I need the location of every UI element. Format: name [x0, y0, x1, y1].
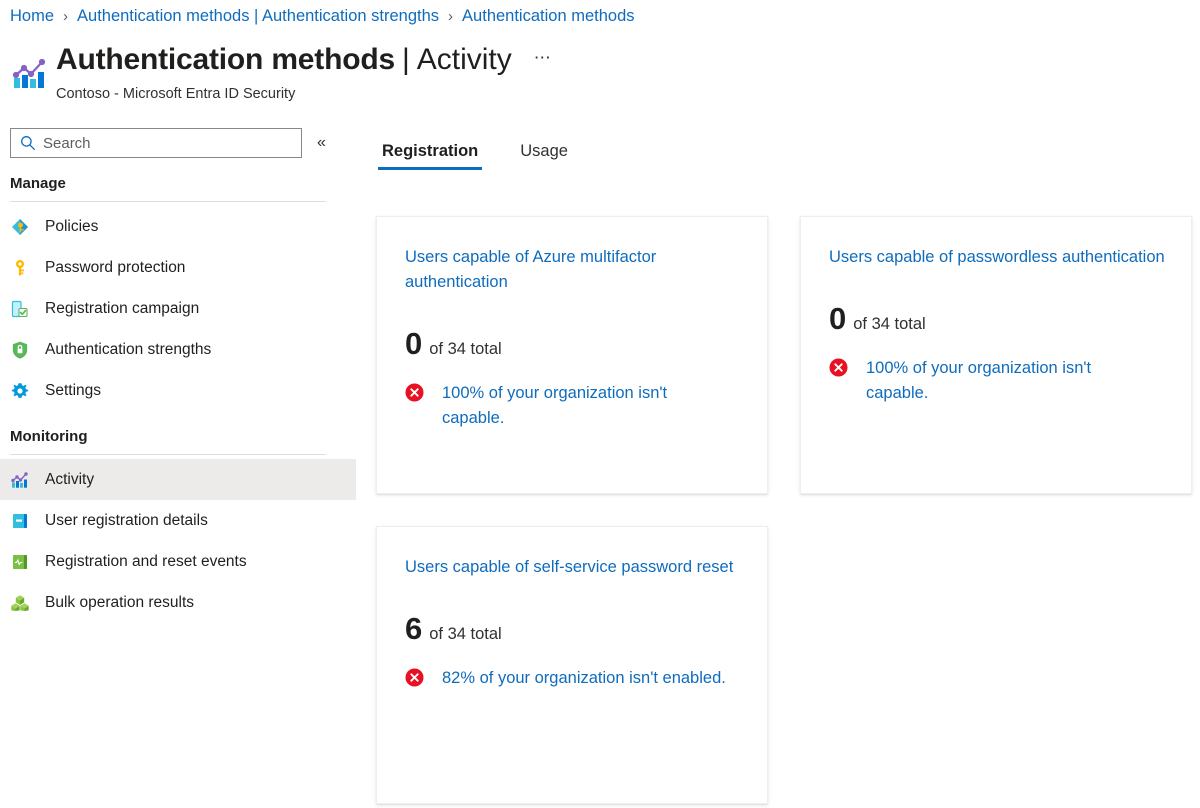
card-title[interactable]: Users capable of self-service password r…: [405, 555, 741, 580]
tab-registration[interactable]: Registration: [378, 142, 482, 170]
card-azure-multifactor-authentication[interactable]: Users capable of Azure multifactor authe…: [376, 216, 768, 494]
sidebar-section-divider: [10, 201, 326, 202]
sidebar-item-bulk-operation-results[interactable]: Bulk operation results: [0, 582, 356, 623]
page-header: Authentication methods | Activity ⋯ Cont…: [10, 40, 1200, 110]
sidebar-section-title: Monitoring: [0, 428, 356, 445]
card-alert: 82% of your organization isn't enabled.: [405, 666, 741, 691]
card-title[interactable]: Users capable of Azure multifactor authe…: [405, 245, 741, 295]
sidebar-item-label: User registration details: [45, 512, 208, 530]
sidebar-item-password-protection[interactable]: Password protection: [0, 247, 356, 288]
stat-total: of 34 total: [429, 340, 501, 359]
card-stat: 0 of 34 total: [829, 302, 1165, 336]
collapse-sidebar-button[interactable]: «: [317, 135, 326, 151]
page-title: Authentication methods: [56, 40, 395, 80]
policies-icon: [10, 217, 30, 237]
sidebar-item-label: Policies: [45, 218, 98, 236]
alert-text[interactable]: 82% of your organization isn't enabled.: [442, 666, 726, 691]
tab-bar: Registration Usage: [356, 128, 1200, 170]
sidebar-item-label: Password protection: [45, 259, 185, 277]
sidebar: « Manage Policies: [0, 128, 356, 808]
shield-lock-icon: [10, 340, 30, 360]
page-section-title: Activity: [417, 40, 512, 80]
card-title[interactable]: Users capable of passwordless authentica…: [829, 245, 1165, 270]
search-input[interactable]: [43, 135, 283, 152]
breadcrumb-item-authentication-strengths[interactable]: Authentication methods | Authentication …: [77, 7, 439, 26]
alert-text[interactable]: 100% of your organization isn't capable.: [442, 381, 732, 431]
key-icon: [10, 258, 30, 278]
breadcrumb-separator: ›: [63, 8, 68, 25]
stat-value: 0: [829, 302, 846, 336]
sidebar-item-registration-and-reset-events[interactable]: Registration and reset events: [0, 541, 356, 582]
stat-total: of 34 total: [429, 625, 501, 644]
card-stat: 0 of 34 total: [405, 327, 741, 361]
page-caption: Contoso - Microsoft Entra ID Security: [56, 85, 1200, 103]
sidebar-item-label: Registration campaign: [45, 300, 199, 318]
activity-chart-icon: [10, 54, 50, 94]
sidebar-item-user-registration-details[interactable]: User registration details: [0, 500, 356, 541]
breadcrumb-item-authentication-methods[interactable]: Authentication methods: [462, 7, 634, 26]
registration-campaign-icon: [10, 299, 30, 319]
sidebar-item-label: Activity: [45, 471, 94, 489]
stat-total: of 34 total: [853, 315, 925, 334]
sidebar-item-registration-campaign[interactable]: Registration campaign: [0, 288, 356, 329]
sidebar-section-divider: [10, 454, 326, 455]
breadcrumb-item-home[interactable]: Home: [10, 7, 54, 26]
cards-grid: Users capable of Azure multifactor authe…: [356, 216, 1200, 804]
gear-icon: [10, 381, 30, 401]
search-icon: [19, 134, 37, 152]
page-title-separator: |: [402, 40, 410, 80]
sidebar-item-policies[interactable]: Policies: [0, 206, 356, 247]
tab-usage[interactable]: Usage: [516, 142, 572, 170]
error-icon: [405, 668, 424, 687]
stat-value: 0: [405, 327, 422, 361]
sidebar-search-row: «: [0, 128, 356, 158]
error-icon: [829, 358, 848, 377]
sidebar-item-authentication-strengths[interactable]: Authentication strengths: [0, 329, 356, 370]
card-alert: 100% of your organization isn't capable.: [829, 356, 1165, 406]
main-content: Registration Usage Users capable of Azur…: [356, 128, 1200, 808]
card-stat: 6 of 34 total: [405, 612, 741, 646]
sidebar-item-label: Registration and reset events: [45, 553, 247, 571]
activity-chart-icon: [10, 470, 30, 490]
sidebar-item-settings[interactable]: Settings: [0, 370, 356, 411]
alert-text[interactable]: 100% of your organization isn't capable.: [866, 356, 1156, 406]
more-options-button[interactable]: ⋯: [534, 38, 552, 78]
sidebar-section-manage: Manage Policies: [0, 175, 356, 411]
search-box[interactable]: [10, 128, 302, 158]
card-self-service-password-reset[interactable]: Users capable of self-service password r…: [376, 526, 768, 804]
sidebar-section-title: Manage: [0, 175, 356, 192]
sidebar-item-label: Authentication strengths: [45, 341, 211, 359]
card-passwordless-authentication[interactable]: Users capable of passwordless authentica…: [800, 216, 1192, 494]
breadcrumb: Home › Authentication methods | Authenti…: [10, 4, 635, 28]
sidebar-section-list: Activity User registration details: [0, 459, 356, 623]
stat-value: 6: [405, 612, 422, 646]
bulk-operations-icon: [10, 593, 30, 613]
book-green-icon: [10, 552, 30, 572]
breadcrumb-separator: ›: [448, 8, 453, 25]
sidebar-section-monitoring: Monitoring Activi: [0, 428, 356, 623]
card-alert: 100% of your organization isn't capable.: [405, 381, 741, 431]
sidebar-item-activity[interactable]: Activity: [0, 459, 356, 500]
sidebar-item-label: Bulk operation results: [45, 594, 194, 612]
sidebar-item-label: Settings: [45, 382, 101, 400]
sidebar-section-list: Policies Password protection: [0, 206, 356, 411]
error-icon: [405, 383, 424, 402]
book-blue-icon: [10, 511, 30, 531]
